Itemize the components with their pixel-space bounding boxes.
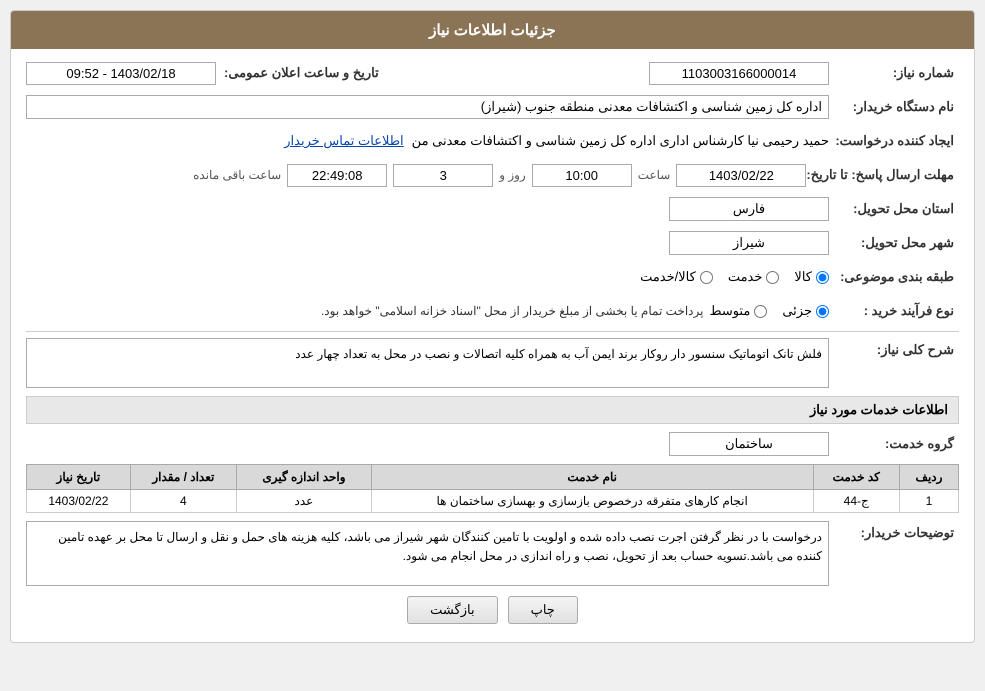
nave-farayand-row: نوع فرآیند خرید : جزئی متوسط پرداخت تمام… bbox=[26, 297, 959, 325]
nave-farayand-note: پرداخت تمام یا بخشی از مبلغ خریدار از مح… bbox=[321, 304, 704, 318]
tabaqe-option-khedmat[interactable]: خدمت bbox=[728, 269, 780, 285]
col-radif: ردیف bbox=[899, 465, 958, 490]
shomare-niaz-row: شماره نیاز: 1103003166000014 تاریخ و ساع… bbox=[26, 59, 959, 87]
nave-farayand-radio-jozi[interactable] bbox=[816, 305, 829, 318]
shahr-value-col: شیراز bbox=[26, 231, 829, 255]
tabaqe-radio-kala-khedmat[interactable] bbox=[700, 271, 713, 284]
nam-dastgah-label: نام دستگاه خریدار: bbox=[829, 99, 959, 115]
nam-dastgah-value: اداره کل زمین شناسی و اکتشافات معدنی منط… bbox=[26, 95, 829, 119]
ostan-value: فارس bbox=[669, 197, 829, 221]
table-cell: 4 bbox=[130, 490, 236, 513]
tarikh-label: تاریخ و ساعت اعلان عمومی: bbox=[216, 65, 384, 81]
tabaqe-option-kala-khedmat[interactable]: کالا/خدمت bbox=[640, 269, 713, 285]
mohlat-label: مهلت ارسال پاسخ: تا تاریخ: bbox=[806, 167, 959, 183]
ijad-konande-link[interactable]: اطلاعات تماس خریدار bbox=[284, 133, 403, 149]
nam-dastgah-value-col: اداره کل زمین شناسی و اکتشافات معدنی منط… bbox=[26, 95, 829, 119]
mohlat-baqi-label: ساعت باقی مانده bbox=[193, 168, 281, 182]
ostan-value-col: فارس bbox=[26, 197, 829, 221]
sharh-label: شرح کلی نیاز: bbox=[829, 338, 959, 358]
ijad-konande-value: حمید رحیمی نیا کارشناس اداری اداره کل زم… bbox=[412, 133, 829, 149]
khadamat-table: ردیف کد خدمت نام خدمت واحد اندازه گیری ت… bbox=[26, 464, 959, 513]
mohlat-saat-value: 10:00 bbox=[532, 164, 632, 187]
shahr-value: شیراز bbox=[669, 231, 829, 255]
tawzih-row: توضیحات خریدار: درخواست با در نظر گرفتن … bbox=[26, 521, 959, 586]
sharh-row: شرح کلی نیاز: فلش تانک اتوماتیک سنسور دا… bbox=[26, 338, 959, 388]
sharh-value-col: فلش تانک اتوماتیک سنسور دار روکار برند ا… bbox=[26, 338, 829, 388]
tawzih-value-col: درخواست با در نظر گرفتن اجرت نصب داده شد… bbox=[26, 521, 829, 586]
mohlat-baqi-value: 22:49:08 bbox=[287, 164, 387, 187]
mohlat-value-col: 1403/02/22 ساعت 10:00 روز و 3 22:49:08 س… bbox=[26, 164, 806, 187]
btn-chap[interactable]: چاپ bbox=[508, 596, 578, 624]
nave-farayand-radio-group: جزئی متوسط bbox=[709, 303, 829, 319]
shahr-label: شهر محل تحویل: bbox=[829, 235, 959, 251]
col-tarikh: تاریخ نیاز bbox=[27, 465, 131, 490]
col-tedad: تعداد / مقدار bbox=[130, 465, 236, 490]
tabaqe-row: طبقه بندی موضوعی: کالا خدمت کالا/خدمت bbox=[26, 263, 959, 291]
grohe-row: گروه خدمت: ساختمان bbox=[26, 430, 959, 458]
col-kod-khedmat: کد خدمت bbox=[813, 465, 899, 490]
ijad-konande-value-col: حمید رحیمی نیا کارشناس اداری اداره کل زم… bbox=[26, 133, 829, 149]
mohlat-row: مهلت ارسال پاسخ: تا تاریخ: 1403/02/22 سا… bbox=[26, 161, 959, 189]
nave-farayand-option-motosat[interactable]: متوسط bbox=[709, 303, 767, 319]
tarikh-value: 1403/02/18 - 09:52 bbox=[26, 62, 216, 85]
page-title: جزئیات اطلاعات نیاز bbox=[11, 11, 974, 49]
table-row: 1ج-44انجام کارهای متفرقه درخصوص بازسازی … bbox=[27, 490, 959, 513]
shomare-niaz-value-col: 1103003166000014 تاریخ و ساعت اعلان عموم… bbox=[26, 62, 829, 85]
nave-farayand-radio-motosat[interactable] bbox=[754, 305, 767, 318]
nave-farayand-label-jozi: جزئی bbox=[782, 303, 812, 319]
tawzih-value: درخواست با در نظر گرفتن اجرت نصب داده شد… bbox=[26, 521, 829, 586]
mohlat-roz-value: 3 bbox=[393, 164, 493, 187]
table-cell: 1 bbox=[899, 490, 958, 513]
khadamat-section-title: اطلاعات خدمات مورد نیاز bbox=[26, 396, 959, 424]
mohlat-roz-label: روز و bbox=[499, 168, 526, 182]
tawzih-label: توضیحات خریدار: bbox=[829, 521, 959, 541]
table-cell: 1403/02/22 bbox=[27, 490, 131, 513]
table-body: 1ج-44انجام کارهای متفرقه درخصوص بازسازی … bbox=[27, 490, 959, 513]
sharh-value: فلش تانک اتوماتیک سنسور دار روکار برند ا… bbox=[26, 338, 829, 388]
table-header-row: ردیف کد خدمت نام خدمت واحد اندازه گیری ت… bbox=[27, 465, 959, 490]
tabaqe-option-kala[interactable]: کالا bbox=[794, 269, 829, 285]
col-nam-khedmat: نام خدمت bbox=[371, 465, 813, 490]
nave-farayand-value-col: جزئی متوسط پرداخت تمام یا بخشی از مبلغ خ… bbox=[26, 303, 829, 319]
grohe-label: گروه خدمت: bbox=[829, 436, 959, 452]
table-cell: عدد bbox=[237, 490, 372, 513]
mohlat-date-value: 1403/02/22 bbox=[676, 164, 806, 187]
btn-bazgasht[interactable]: بازگشت bbox=[407, 596, 497, 624]
tabaqe-value-col: کالا خدمت کالا/خدمت bbox=[26, 269, 829, 285]
tabaqe-label-khedmat: خدمت bbox=[728, 269, 763, 285]
button-row: چاپ بازگشت bbox=[26, 596, 959, 624]
tabaqe-radio-khedmat[interactable] bbox=[766, 271, 779, 284]
table-cell: ج-44 bbox=[813, 490, 899, 513]
tabaqe-label-kala: کالا bbox=[794, 269, 812, 285]
ijad-konande-label: ایجاد کننده درخواست: bbox=[829, 133, 959, 149]
page-wrapper: جزئیات اطلاعات نیاز شماره نیاز: 11030031… bbox=[0, 0, 985, 691]
shomare-niaz-value: 1103003166000014 bbox=[649, 62, 829, 85]
ostan-label: استان محل تحویل: bbox=[829, 201, 959, 217]
grohe-value: ساختمان bbox=[669, 432, 829, 456]
mohlat-saat-label: ساعت bbox=[638, 168, 671, 182]
ostan-row: استان محل تحویل: فارس bbox=[26, 195, 959, 223]
nave-farayand-label: نوع فرآیند خرید : bbox=[829, 303, 959, 319]
shahr-row: شهر محل تحویل: شیراز bbox=[26, 229, 959, 257]
col-vahed: واحد اندازه گیری bbox=[237, 465, 372, 490]
nave-farayand-option-jozi[interactable]: جزئی bbox=[782, 303, 829, 319]
content-area: شماره نیاز: 1103003166000014 تاریخ و ساع… bbox=[11, 49, 974, 642]
tabaqe-radio-kala[interactable] bbox=[816, 271, 829, 284]
nam-dastgah-row: نام دستگاه خریدار: اداره کل زمین شناسی و… bbox=[26, 93, 959, 121]
tabaqe-label: طبقه بندی موضوعی: bbox=[829, 269, 959, 285]
shomare-niaz-label: شماره نیاز: bbox=[829, 65, 959, 81]
grohe-value-col: ساختمان bbox=[26, 432, 829, 456]
khadamat-table-container: ردیف کد خدمت نام خدمت واحد اندازه گیری ت… bbox=[26, 464, 959, 513]
main-container: جزئیات اطلاعات نیاز شماره نیاز: 11030031… bbox=[10, 10, 975, 643]
divider-1 bbox=[26, 331, 959, 332]
ijad-konande-row: ایجاد کننده درخواست: حمید رحیمی نیا کارش… bbox=[26, 127, 959, 155]
nave-farayand-label-motosat: متوسط bbox=[709, 303, 750, 319]
table-cell: انجام کارهای متفرقه درخصوص بازسازی و بهس… bbox=[371, 490, 813, 513]
tabaqe-label-kala-khedmat: کالا/خدمت bbox=[640, 269, 696, 285]
